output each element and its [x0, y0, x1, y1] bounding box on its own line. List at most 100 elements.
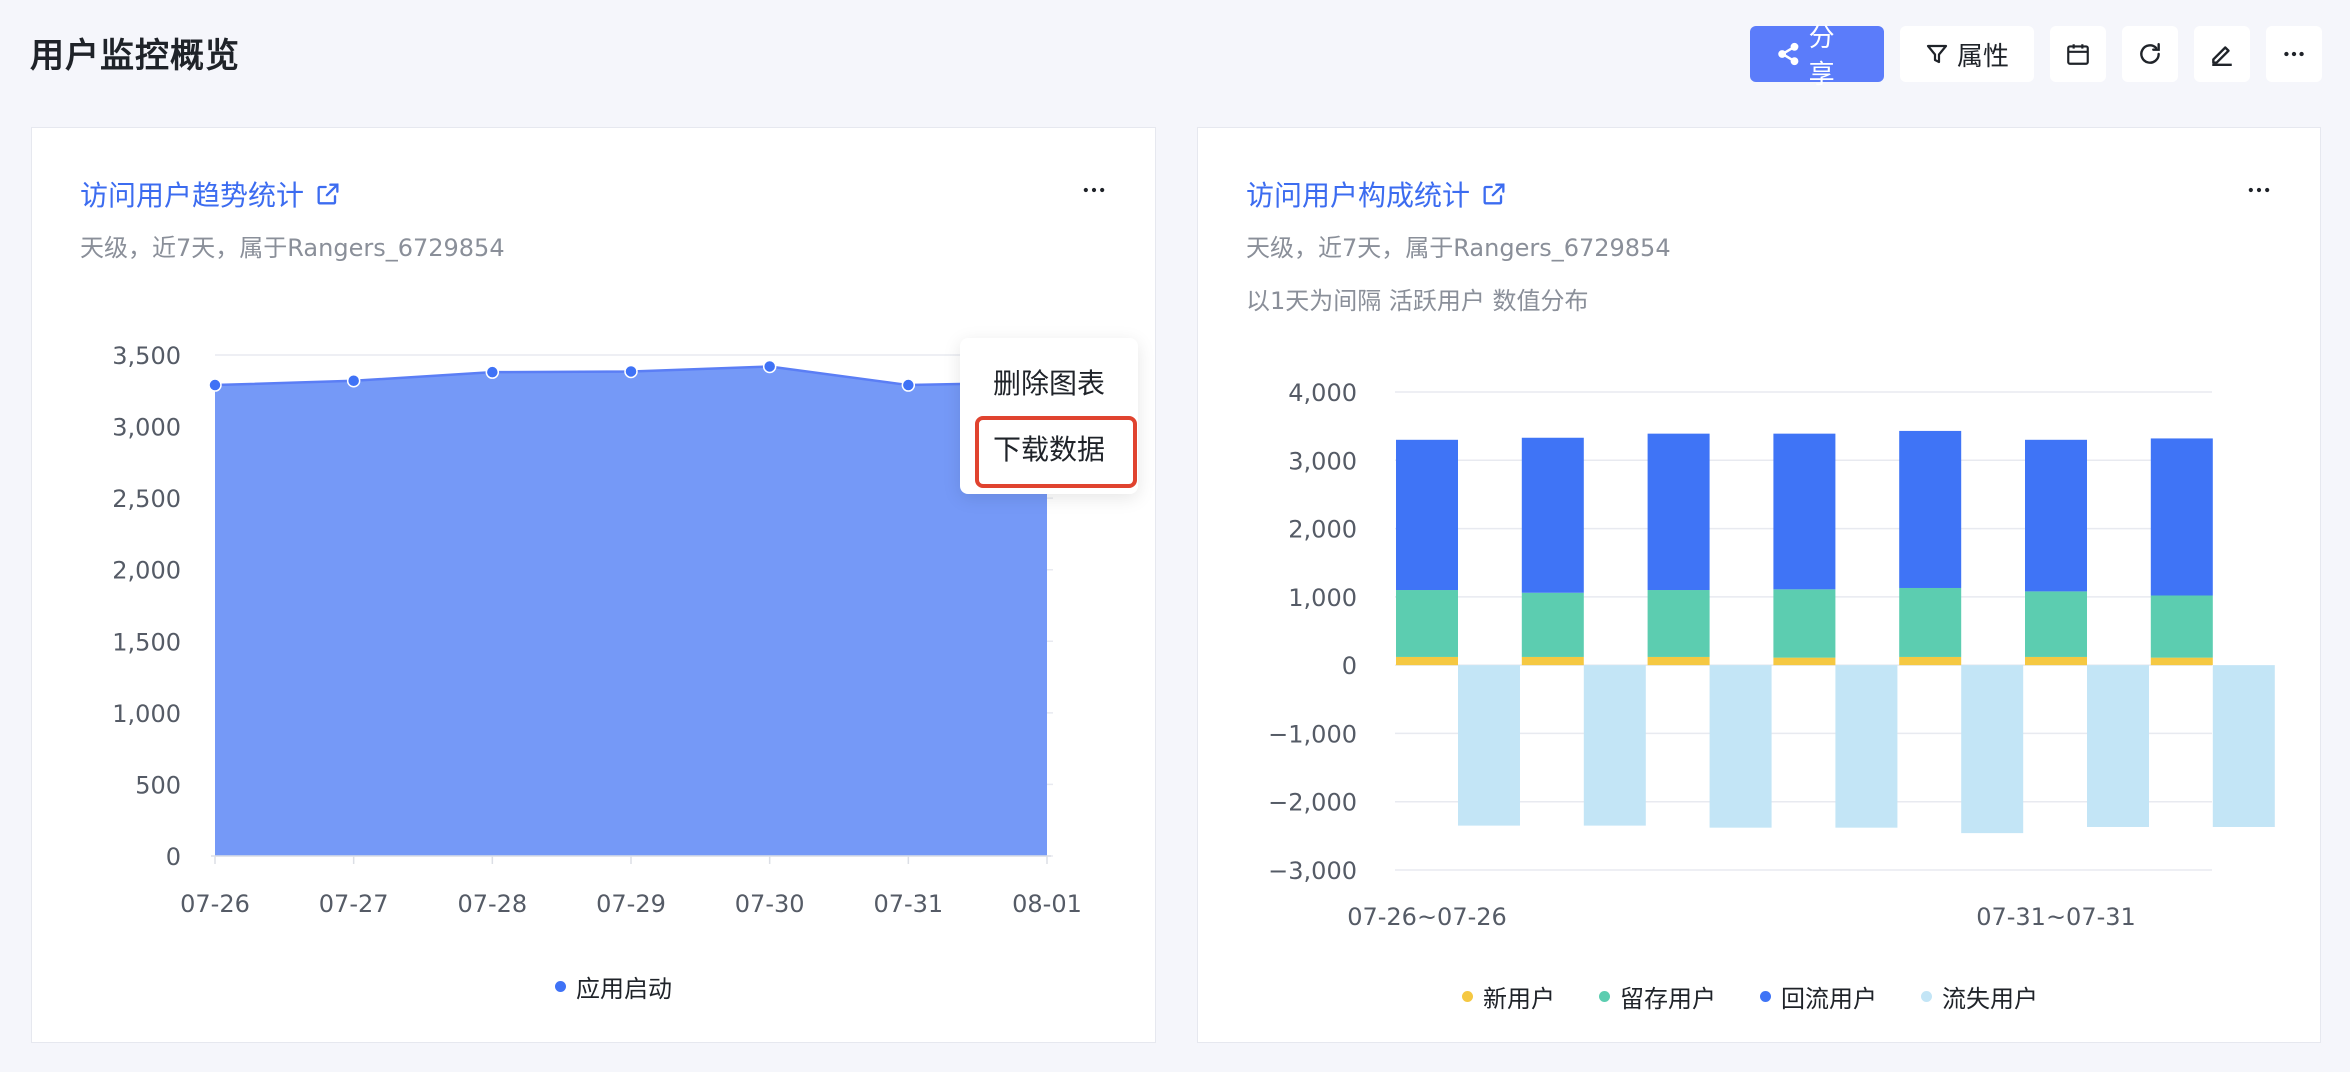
data-point — [346, 374, 361, 388]
bar-segment — [2150, 657, 2213, 666]
x-tick-label: 07-29 — [596, 890, 666, 918]
composition-stacked-bar-chart: −3,000 −2,000 −1,000 0 1,000 2,000 3,000 4,000 0… — [1268, 379, 2275, 931]
x-tick-label: 07-30 — [735, 890, 805, 918]
bar-segment — [2150, 438, 2213, 596]
bar-segment — [2025, 656, 2087, 666]
legend-label: 流失用户 — [1942, 985, 2038, 1013]
bar-segment — [1899, 587, 1962, 657]
bar-segment — [1521, 592, 1584, 657]
composition-chart-legend: 新用户 留存用户 回流用户 流失用户 — [1462, 979, 2038, 1014]
more-horizontal-icon — [2284, 51, 2304, 57]
data-point — [762, 359, 777, 374]
y-tick-label: 0 — [166, 843, 181, 871]
legend-item[interactable]: 新用户 — [1462, 979, 1555, 1014]
bar-segment — [2025, 591, 2087, 657]
legend-dot — [1599, 991, 1610, 1002]
download-data-menu-item[interactable]: 下载数据 — [960, 418, 1138, 478]
bar-segment-negative — [1835, 665, 1898, 828]
y-tick-label: 1,000 — [1288, 584, 1357, 612]
legend-label: 应用启动 — [576, 975, 672, 1003]
refresh-button[interactable] — [2122, 26, 2178, 82]
legend-label: 回流用户 — [1781, 985, 1877, 1013]
share-icon — [1778, 42, 1799, 66]
bar-segment — [1647, 433, 1710, 591]
data-point — [624, 364, 638, 379]
share-button[interactable]: 分享 — [1750, 23, 1884, 90]
trend-chart-legend: 应用启动 — [555, 969, 672, 1004]
y-tick-label: 2,500 — [112, 485, 181, 513]
bar-segment — [2025, 439, 2087, 592]
y-tick-label: 2,000 — [112, 557, 181, 585]
legend-label: 留存用户 — [1620, 985, 1716, 1013]
bar-segment-negative — [1709, 665, 1772, 828]
data-point — [485, 365, 500, 379]
x-tick-label: 07-26 — [180, 890, 250, 918]
legend-dot — [555, 981, 566, 992]
legend-dot — [1760, 991, 1771, 1002]
trend-chart-card: 访问用户趋势统计 天级，近7天，属于Rangers_6729854 0 500 1,… — [31, 127, 1156, 1043]
bar-segment — [1773, 433, 1836, 590]
legend-dot — [1921, 991, 1932, 1002]
bar-segment-negative — [2212, 665, 2275, 827]
share-label: 分享 — [1808, 23, 1835, 90]
bar-segment — [1396, 439, 1458, 591]
pencil-icon — [2212, 46, 2232, 67]
bar-segment — [1773, 657, 1836, 666]
area-fill — [215, 366, 1047, 856]
bar-segment-negative — [1458, 665, 1520, 826]
bar-segment — [1773, 589, 1836, 658]
y-tick-label: 500 — [135, 771, 181, 799]
data-point — [208, 378, 222, 392]
y-tick-label: 3,500 — [112, 342, 181, 370]
x-tick-label: 08-01 — [1012, 890, 1082, 918]
legend-item[interactable]: 留存用户 — [1599, 979, 1716, 1014]
composition-chart-card: 访问用户构成统计 天级，近7天，属于Rangers_6729854 以1天为间隔… — [1197, 127, 2321, 1043]
bar-segment — [1521, 656, 1584, 666]
data-point — [901, 378, 916, 392]
y-tick-label: 2,000 — [1288, 516, 1357, 544]
y-tick-label: 1,000 — [112, 700, 181, 728]
y-tick-label: 3,000 — [112, 414, 181, 442]
y-tick-label: 1,500 — [112, 628, 181, 656]
y-tick-label: −3,000 — [1268, 857, 1357, 885]
attribute-filter-button[interactable]: 属性 — [1900, 26, 2034, 82]
x-tick-label: 07-26~07-26 — [1347, 903, 1507, 931]
legend-dot — [1462, 991, 1473, 1002]
legend-item[interactable]: 回流用户 — [1760, 979, 1877, 1014]
date-range-button[interactable] — [2050, 26, 2106, 82]
page-title: 用户监控概览 — [30, 36, 240, 76]
edit-button[interactable] — [2194, 26, 2250, 82]
legend-label: 新用户 — [1483, 985, 1555, 1013]
calendar-icon — [2067, 44, 2089, 65]
y-tick-label: −2,000 — [1268, 789, 1357, 817]
toolbar: 分享 属性 — [1750, 23, 2322, 90]
bar-segment — [1396, 590, 1458, 657]
trend-area-chart: 0 500 1,000 1,500 2,000 2,500 3,000 3,500 07-26 0… — [112, 342, 1082, 918]
bar-segment-negative — [1961, 665, 2024, 834]
filter-icon — [1926, 44, 1948, 64]
y-tick-label: 4,000 — [1288, 379, 1357, 407]
bar-segment — [1647, 590, 1710, 657]
legend-item-app-launch[interactable]: 应用启动 — [555, 969, 672, 1004]
chart-context-menu: 删除图表 下载数据 — [960, 338, 1138, 494]
bar-segment — [1647, 656, 1710, 666]
bar-segment — [1521, 437, 1584, 593]
bar-segment-negative — [1583, 665, 1646, 826]
x-tick-label: 07-27 — [319, 890, 389, 918]
bar-segment — [1396, 656, 1458, 666]
bar-segment-negative — [2087, 665, 2149, 827]
x-tick-label: 07-31~07-31 — [1976, 903, 2136, 931]
y-tick-label: −1,000 — [1268, 720, 1357, 748]
x-tick-label: 07-31 — [873, 890, 943, 918]
attribute-label: 属性 — [1956, 41, 2009, 72]
bar-segment — [2150, 595, 2213, 658]
bar-segment — [1899, 430, 1962, 588]
y-tick-label: 0 — [1342, 652, 1357, 680]
bar-segment — [1899, 656, 1962, 666]
y-tick-label: 3,000 — [1288, 447, 1357, 475]
delete-chart-menu-item[interactable]: 删除图表 — [960, 352, 1138, 412]
x-tick-label: 07-28 — [457, 890, 527, 918]
more-options-button[interactable] — [2266, 26, 2322, 82]
refresh-icon — [2140, 43, 2160, 64]
legend-item[interactable]: 流失用户 — [1921, 979, 2038, 1014]
